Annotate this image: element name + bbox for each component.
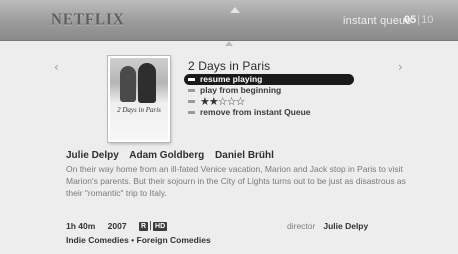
movie-synopsis: On their way home from an ill-fated Veni… <box>66 164 406 198</box>
menu-item-label: remove from instant Queue <box>200 107 311 117</box>
poster-title: 2 Days in Paris <box>117 106 161 114</box>
movie-poster: 2 Days in Paris <box>108 56 170 142</box>
menu-bullet-icon <box>188 89 195 92</box>
page-counter: 05|10 <box>404 14 433 26</box>
instant-queue-label: instant queue <box>343 15 412 27</box>
star-rating-control[interactable]: ★★☆☆☆ <box>184 96 344 107</box>
netflix-movie-detail-screen: NETFLIX instant queue 05|10 ‹ › 2 Days i… <box>0 0 458 254</box>
menu-item-label: play from beginning <box>200 85 282 95</box>
cast-member: Julie Delpy <box>66 150 119 161</box>
page-total: 10 <box>421 14 434 26</box>
hd-badge: HD <box>153 222 168 231</box>
right-arrow-icon[interactable]: › <box>398 60 403 74</box>
genre-list: Indie Comedies • Foreign Comedies <box>66 235 211 245</box>
page-current: 05 <box>404 14 417 26</box>
netflix-logo: NETFLIX <box>51 10 125 30</box>
director-info: director Julie Delpy <box>287 221 368 231</box>
left-arrow-icon[interactable]: ‹ <box>54 60 59 74</box>
runtime: 1h 40m <box>66 221 96 231</box>
action-menu: resume playing play from beginning ★★☆☆☆… <box>184 74 354 118</box>
poster-figure <box>120 66 136 102</box>
movie-title: 2 Days in Paris <box>188 59 271 73</box>
cast-list: Julie Delpy Adam Goldberg Daniel Brühl <box>66 150 282 161</box>
director-label: director <box>287 221 316 231</box>
poster-figure <box>138 63 156 103</box>
up-arrow-icon[interactable] <box>230 7 240 13</box>
remove-from-queue-button[interactable]: remove from instant Queue <box>184 107 344 118</box>
badge-divider <box>150 221 152 230</box>
mpaa-rating-badge: R <box>138 222 149 231</box>
menu-bullet-icon <box>188 78 195 81</box>
movie-meta: 1h 40m 2007 R HD <box>66 221 168 231</box>
director-name: Julie Delpy <box>323 221 369 231</box>
menu-bullet-icon <box>188 100 195 103</box>
header-bar: NETFLIX instant queue 05|10 <box>0 0 458 41</box>
page-separator: | <box>417 14 421 26</box>
cast-member: Daniel Brühl <box>215 150 274 161</box>
scroll-up-arrow-icon[interactable] <box>225 41 233 46</box>
menu-item-label: resume playing <box>200 74 263 84</box>
menu-bullet-icon <box>188 111 195 114</box>
resume-playing-button[interactable]: resume playing <box>184 74 354 85</box>
cast-member: Adam Goldberg <box>129 150 205 161</box>
release-year: 2007 <box>107 221 127 231</box>
